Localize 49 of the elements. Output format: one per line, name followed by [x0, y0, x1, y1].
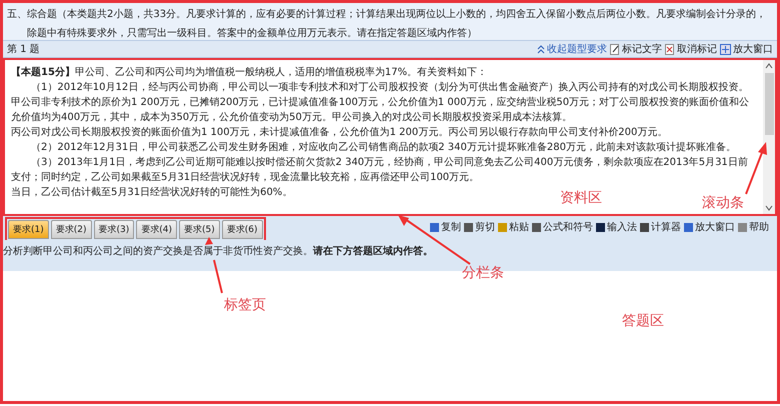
scroll-down-icon[interactable]	[765, 205, 773, 211]
material-paragraph: 丙公司对戊公司长期股权投资的账面价值为1 100万元，未计提减值准备，公允价值为1 200万元。丙公司另以银行存款向甲公司支付补价200万元。	[11, 127, 668, 138]
material-paragraph: 【本题15分】甲公司、乙公司和丙公司均为增值税一般纳税人，适用的增值税税率为17%。有关资料如下：	[11, 67, 488, 78]
annotation-label: 资料区	[560, 189, 602, 207]
requirement-tab[interactable]: 要求(3)	[94, 220, 134, 239]
window-icon	[720, 44, 731, 54]
eraser-icon	[665, 44, 675, 54]
scrollbar[interactable]	[763, 60, 775, 214]
material-paragraph: 当日，乙公司估计截至5月31日经营状况好转的可能性为60%。	[11, 187, 292, 198]
tool-icon	[532, 222, 541, 232]
collapse-icon	[537, 44, 545, 54]
section-instructions: 五、综合题（本类题共2小题，共33分。凡要求计算的，应有必要的计算过程；计算结果出现两位以上小数的，均四舍五入保留小数点后两位小数。凡要求编制会计分录的，除题中有特殊要求外，只需写出一级科目。答案中的金额单位用万元表示。请在指定答题区域内作答）	[3, 3, 777, 40]
toolbar-button[interactable]: 粘贴	[498, 220, 529, 234]
requirement-tab[interactable]: 要求(2)	[50, 220, 92, 239]
toolbar-button[interactable]: 公式和符号	[532, 220, 593, 234]
question-number: 第 1 题	[7, 43, 40, 56]
tool-icon	[738, 222, 747, 232]
toolbar-button[interactable]: 放大窗口	[720, 42, 773, 56]
toolbar-button[interactable]: 取消标记	[665, 42, 717, 56]
toolbar-button[interactable]: 剪切	[464, 220, 495, 234]
toolbar-button[interactable]: 计算器	[640, 220, 681, 234]
annotation-label: 答题区	[622, 312, 664, 330]
requirement-tab[interactable]: 要求(5)	[179, 220, 220, 239]
material-paragraph: （2）2012年12月31日，甲公司获悉乙公司发生财务困难，对应收向乙公司销售商品的款项2 340万元计提坏账准备280万元，此前未对该款项计提坏账准备。	[30, 142, 736, 153]
material-paragraph: （1）2012年10月12日，经与丙公司协商，甲公司以一项非专利技术和对丁公司股权投资（划分为可供出售金融资产）换入丙公司持有的对戊公司长期股权投资。	[30, 82, 748, 93]
pencil-icon	[610, 44, 620, 54]
annotation-label: 滚动条	[702, 194, 744, 212]
scrollbar-thumb[interactable]	[764, 73, 774, 135]
tool-icon	[684, 222, 693, 232]
toolbar-button[interactable]: 收起题型要求	[537, 42, 607, 56]
material-paragraph: （3）2013年1月1日，考虑到乙公司近期可能难以按时偿还前欠货款2 340万元，经协商，甲公司同意免去乙公司400万元债务，剩余款项应在2013年5月31日前支付；同时约定，乙公司如果截至5月31日经营状况好转，现金流量比较充裕，应再偿还甲公司100万元。	[11, 157, 748, 183]
requirement-text: 分析判断甲公司和丙公司之间的资产交换是否属于非货币性资产交换。请在下方答题区域内作答。	[3, 246, 433, 257]
tool-icon	[464, 222, 473, 232]
annotation-label: 标签页	[224, 296, 266, 314]
requirement-tab[interactable]: 要求(4)	[136, 220, 177, 239]
tool-icon	[640, 222, 649, 232]
scroll-up-icon[interactable]	[765, 63, 773, 69]
toolbar-button[interactable]: 帮助	[738, 220, 769, 234]
annotation-label: 分栏条	[462, 264, 504, 282]
requirement-tab[interactable]: 要求(6)	[222, 220, 262, 239]
toolbar-button[interactable]: 放大窗口	[684, 220, 735, 234]
tool-icon	[430, 222, 439, 232]
tool-icon	[596, 222, 605, 232]
material-paragraph: 甲公司非专利技术的原价为1 200万元，已摊销200万元，已计提减值准备100万元，公允价值为1 000万元，应交纳营业税50万元；对丁公司股权投资的账面价值和公允价值均为400万元，其中，成本为350万元，公允价值变动为50万元。甲公司换入的对戊公司长期股权投资采用成本法核算。	[11, 97, 750, 123]
tool-icon	[498, 222, 507, 232]
toolbar-button[interactable]: 输入法	[596, 220, 637, 234]
toolbar-button[interactable]: 标记文字	[610, 42, 662, 56]
requirement-tab[interactable]: 要求(1)	[8, 220, 49, 239]
toolbar-button[interactable]: 复制	[430, 220, 461, 234]
